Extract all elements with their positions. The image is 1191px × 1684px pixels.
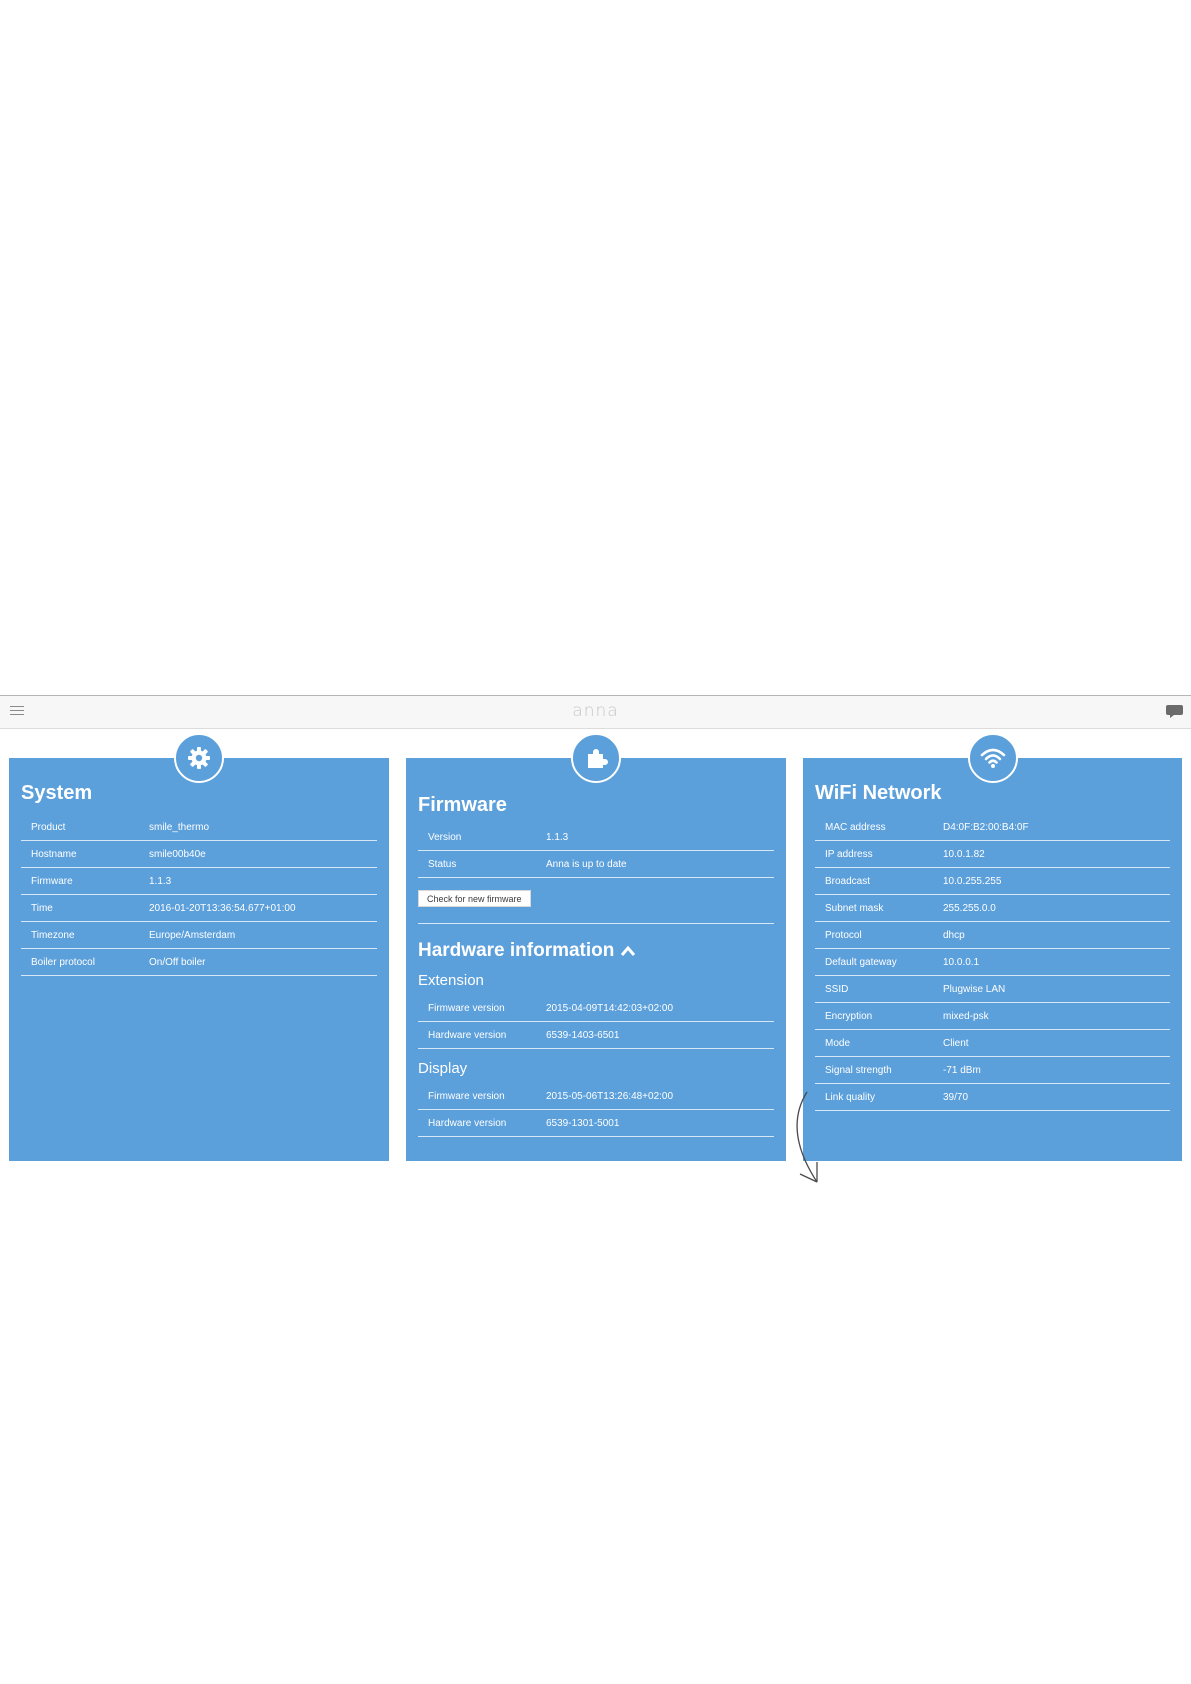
row-value: Client (943, 1037, 969, 1049)
system-panel: System Product smile_thermo Hostname smile… (9, 733, 389, 1161)
table-row: Time 2016-01-20T13:36:54.677+01:00 (21, 895, 377, 922)
wifi-panel: WiFi Network MAC address D4:0F:B2:00:B4:0… (803, 733, 1182, 1161)
firmware-title: Firmware (418, 794, 507, 816)
table-row: Broadcast 10.0.255.255 (815, 868, 1170, 895)
row-label: Hostname (31, 848, 77, 860)
table-row: Status Anna is up to date (418, 851, 774, 878)
row-label: Firmware version (428, 1090, 505, 1102)
system-title: System (21, 782, 93, 804)
display-table: Firmware version 2015-05-06T13:26:48+02:0… (418, 1083, 774, 1137)
row-label: Firmware (31, 875, 73, 887)
row-value: dhcp (943, 929, 965, 941)
row-value: On/Off boiler (149, 956, 206, 968)
puzzle-icon (571, 733, 621, 783)
row-label: Version (428, 831, 462, 843)
system-table: Product smile_thermo Hostname smile00b40e … (21, 814, 377, 976)
row-value: 39/70 (943, 1091, 969, 1103)
row-label: Protocol (825, 929, 862, 941)
table-row: Product smile_thermo (21, 814, 377, 841)
row-value: 6539-1403-6501 (546, 1029, 620, 1041)
row-label: Boiler protocol (31, 956, 95, 968)
extension-title: Extension (418, 972, 484, 989)
row-value: 6539-1301-5001 (546, 1117, 620, 1129)
table-row: Hostname smile00b40e (21, 841, 377, 868)
row-label: Link quality (825, 1091, 876, 1103)
table-row: Hardware version 6539-1403-6501 (418, 1022, 774, 1049)
row-label: Hardware version (428, 1029, 507, 1041)
row-value: smile00b40e (149, 848, 206, 860)
gear-icon (174, 733, 224, 783)
row-label: Product (31, 821, 66, 833)
display-title: Display (418, 1060, 468, 1077)
table-row: Boiler protocol On/Off boiler (21, 949, 377, 976)
row-label: Firmware version (428, 1002, 505, 1014)
wifi-icon (968, 733, 1018, 783)
row-value: 2016-01-20T13:36:54.677+01:00 (149, 902, 296, 914)
table-row: Link quality 39/70 (815, 1084, 1170, 1111)
row-value: Europe/Amsterdam (149, 929, 236, 941)
row-label: MAC address (825, 821, 886, 833)
row-value: 2015-05-06T13:26:48+02:00 (546, 1090, 674, 1102)
wifi-table: MAC address D4:0F:B2:00:B4:0F IP address 1… (815, 814, 1170, 1111)
row-label: SSID (825, 983, 849, 995)
table-row: Subnet mask 255.255.0.0 (815, 895, 1170, 922)
table-row: Protocol dhcp (815, 922, 1170, 949)
table-row: Timezone Europe/Amsterdam (21, 922, 377, 949)
top-bar: anna (0, 695, 1191, 729)
table-row: Signal strength -71 dBm (815, 1057, 1170, 1084)
row-label: Encryption (825, 1010, 873, 1022)
table-row: MAC address D4:0F:B2:00:B4:0F (815, 814, 1170, 841)
row-value: 1.1.3 (149, 875, 172, 887)
divider (418, 923, 774, 924)
wifi-title: WiFi Network (815, 782, 942, 804)
row-label: Timezone (31, 929, 75, 941)
row-value: D4:0F:B2:00:B4:0F (943, 821, 1029, 833)
table-row: Default gateway 10.0.0.1 (815, 949, 1170, 976)
row-label: IP address (825, 848, 873, 860)
row-value: mixed-psk (943, 1010, 989, 1022)
firmware-panel: Firmware Version 1.1.3 Status Anna is up t… (406, 733, 786, 1161)
table-row: Version 1.1.3 (418, 824, 774, 851)
row-value: 10.0.1.82 (943, 848, 985, 860)
row-value: 255.255.0.0 (943, 902, 996, 914)
row-label: Default gateway (825, 956, 897, 968)
row-value: 1.1.3 (546, 831, 569, 843)
table-row: Firmware version 2015-04-09T14:42:03+02:0… (418, 995, 774, 1022)
row-value: smile_thermo (149, 821, 210, 833)
row-value: Anna is up to date (546, 858, 627, 870)
table-row: Firmware 1.1.3 (21, 868, 377, 895)
row-value: Plugwise LAN (943, 983, 1006, 995)
hardware-info-title: Hardware information (418, 940, 615, 961)
curved-arrow-icon (796, 1091, 818, 1183)
table-row: IP address 10.0.1.82 (815, 841, 1170, 868)
hardware-info-toggle[interactable]: Hardware information (418, 940, 636, 962)
extension-table: Firmware version 2015-04-09T14:42:03+02:0… (418, 995, 774, 1049)
table-row: Hardware version 6539-1301-5001 (418, 1110, 774, 1137)
row-label: Signal strength (825, 1064, 892, 1076)
row-label: Time (31, 902, 53, 914)
row-value: 10.0.255.255 (943, 875, 1002, 887)
table-row: Firmware version 2015-05-06T13:26:48+02:0… (418, 1083, 774, 1110)
table-row: Mode Client (815, 1030, 1170, 1057)
row-label: Hardware version (428, 1117, 507, 1129)
row-label: Broadcast (825, 875, 871, 887)
row-label: Status (428, 858, 457, 870)
chevron-up-icon (621, 945, 636, 956)
check-firmware-button[interactable]: Check for new firmware (418, 890, 531, 907)
row-label: Subnet mask (825, 902, 884, 914)
app-logo: anna (572, 701, 619, 721)
firmware-table: Version 1.1.3 Status Anna is up to date (418, 824, 774, 878)
table-row: SSID Plugwise LAN (815, 976, 1170, 1003)
row-value: -71 dBm (943, 1064, 981, 1076)
row-label: Mode (825, 1037, 851, 1049)
table-row: Encryption mixed-psk (815, 1003, 1170, 1030)
row-value: 2015-04-09T14:42:03+02:00 (546, 1002, 674, 1014)
chat-bubble-icon[interactable] (1166, 705, 1183, 718)
row-value: 10.0.0.1 (943, 956, 980, 968)
